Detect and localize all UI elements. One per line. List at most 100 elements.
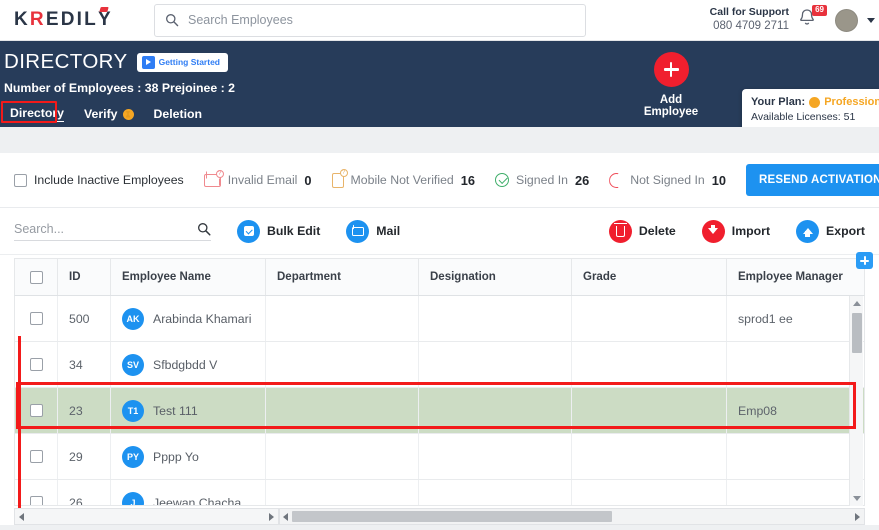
tab-verify-label: Verify [84, 107, 118, 121]
row-checkbox-cell[interactable] [15, 296, 58, 341]
cell-id: 34 [58, 342, 111, 387]
tab-verify[interactable]: Verify [74, 104, 144, 124]
filter-mobile-not-verified[interactable]: ? Mobile Not Verified 16 [331, 168, 475, 188]
column-header-department[interactable]: Department [266, 259, 419, 295]
scroll-right-arrow-icon[interactable] [269, 512, 274, 521]
mail-circle-icon [346, 219, 370, 243]
scroll-up-arrow-icon[interactable] [853, 301, 861, 306]
chevron-down-icon[interactable] [867, 17, 875, 23]
row-checkbox-cell[interactable] [15, 434, 58, 479]
global-search-box[interactable] [154, 3, 586, 37]
delete-button[interactable]: Delete [608, 219, 676, 243]
column-header-id[interactable]: ID [58, 259, 111, 295]
table-row-selected[interactable]: 23 T1 Test 111 Emp08 [15, 388, 864, 434]
check-circle-icon [495, 173, 509, 187]
filter-signed-in[interactable]: Signed In 26 [495, 173, 589, 188]
checkbox-icon[interactable] [14, 173, 27, 187]
vertical-scroll-thumb[interactable] [852, 313, 862, 353]
row-checkbox-icon[interactable] [29, 450, 43, 463]
scroll-left-arrow-icon[interactable] [19, 512, 24, 521]
mobile-not-verified-label: Mobile Not Verified [350, 173, 454, 187]
add-column-button[interactable] [856, 252, 873, 269]
employee-counts: Number of Employees : 38 Prejoinee : 2 [4, 81, 235, 95]
column-header-designation[interactable]: Designation [419, 259, 572, 295]
scroll-left-arrow-icon[interactable] [283, 512, 288, 521]
column-header-grade[interactable]: Grade [572, 259, 727, 295]
table-row[interactable]: 34 SV Sfbdgbdd V [15, 342, 864, 388]
cell-employee-manager [727, 480, 851, 505]
cell-employee-name: SV Sfbdgbdd V [111, 342, 266, 387]
table-row[interactable]: 500 AK Arabinda Khamari sprod1 ee [15, 296, 864, 342]
resend-activation-button[interactable]: RESEND ACTIVATION [745, 164, 879, 196]
user-avatar[interactable] [835, 8, 858, 32]
table-horizontal-scrollbar[interactable] [279, 508, 865, 525]
support-label: Call for Support [709, 6, 789, 19]
row-checkbox-cell[interactable] [15, 480, 58, 505]
row-checkbox-cell[interactable] [15, 342, 58, 387]
row-checkbox-icon[interactable] [29, 496, 43, 505]
content-gap [0, 127, 879, 153]
cell-employee-name: J Jeewan.Chacha [111, 480, 266, 506]
frozen-columns-horizontal-scrollbar[interactable] [14, 508, 279, 525]
directory-title-row: DIRECTORY Getting Started [4, 50, 228, 74]
scroll-down-arrow-icon[interactable] [853, 496, 861, 501]
bulk-edit-label: Bulk Edit [267, 224, 321, 238]
import-button[interactable]: Import [701, 219, 770, 243]
logo-letter-k: K [14, 9, 30, 30]
include-inactive-employees-toggle[interactable]: Include Inactive Employees [14, 173, 184, 187]
row-checkbox-cell[interactable] [15, 388, 58, 433]
scroll-right-arrow-icon[interactable] [855, 512, 860, 521]
verify-warning-icon [122, 108, 134, 120]
support-info: Call for Support 080 4709 2711 [710, 5, 789, 35]
bulk-edit-button[interactable]: Bulk Edit [237, 219, 321, 243]
cell-employee-name: PY Pppp Yo [111, 434, 266, 479]
notification-badge: 69 [812, 5, 827, 16]
page-title: DIRECTORY [4, 50, 128, 73]
notifications-button[interactable]: 69 [798, 5, 827, 32]
tab-deletion-label: Deletion [153, 107, 203, 121]
filter-not-signed-in[interactable]: Not Signed In 10 [609, 173, 726, 188]
cell-grade [572, 480, 727, 505]
row-checkbox-icon[interactable] [29, 312, 43, 325]
table-vertical-scrollbar[interactable] [849, 296, 863, 506]
avatar: T1 [122, 399, 144, 422]
search-input[interactable] [188, 13, 575, 27]
add-employee-button[interactable]: Add Employee [632, 52, 710, 118]
employee-name-text: Sfbdgbdd V [153, 357, 218, 372]
include-inactive-label: Include Inactive Employees [34, 173, 184, 187]
getting-started-button[interactable]: Getting Started [136, 52, 228, 72]
row-checkbox-icon[interactable] [29, 404, 43, 417]
filter-invalid-email[interactable]: ? Invalid Email 0 [203, 169, 312, 188]
directory-header: DIRECTORY Getting Started Number of Empl… [0, 41, 879, 162]
plan-status-dot-icon [809, 96, 821, 108]
getting-started-label: Getting Started [158, 57, 220, 67]
table-search-box[interactable] [14, 221, 211, 241]
table-row[interactable]: 26 J Jeewan.Chacha [15, 480, 864, 506]
table-row[interactable]: 29 PY Pppp Yo [15, 434, 864, 480]
column-header-employee-name[interactable]: Employee Name [111, 259, 266, 295]
checkbox-circle-icon [237, 219, 260, 243]
mail-button[interactable]: Mail [346, 219, 401, 243]
table-body: 500 AK Arabinda Khamari sprod1 ee 34 SV … [14, 296, 865, 506]
tab-directory[interactable]: Directory [0, 103, 74, 125]
plan-name: Professional [824, 96, 879, 108]
mail-label: Mail [376, 224, 401, 238]
select-all-header[interactable] [15, 259, 58, 295]
cell-grade [572, 342, 727, 387]
row-checkbox-icon[interactable] [29, 358, 43, 371]
cell-designation [419, 434, 572, 479]
cell-employee-name: AK Arabinda Khamari [111, 296, 266, 341]
employee-name-text: Jeewan.Chacha [153, 495, 242, 506]
select-all-checkbox-icon[interactable] [29, 270, 43, 284]
cell-grade [572, 296, 727, 341]
not-signed-in-label: Not Signed In [630, 173, 705, 187]
app-logo[interactable]: K R EDIL Y [0, 9, 145, 31]
table-search-input[interactable] [14, 221, 197, 236]
search-icon [166, 14, 179, 27]
tab-deletion[interactable]: Deletion [144, 104, 213, 124]
horizontal-scroll-thumb[interactable] [292, 511, 612, 522]
employee-name-text: Pppp Yo [153, 449, 199, 464]
column-header-employee-manager[interactable]: Employee Manager [727, 259, 851, 295]
export-button[interactable]: Export [796, 219, 865, 243]
cell-department [266, 434, 419, 479]
